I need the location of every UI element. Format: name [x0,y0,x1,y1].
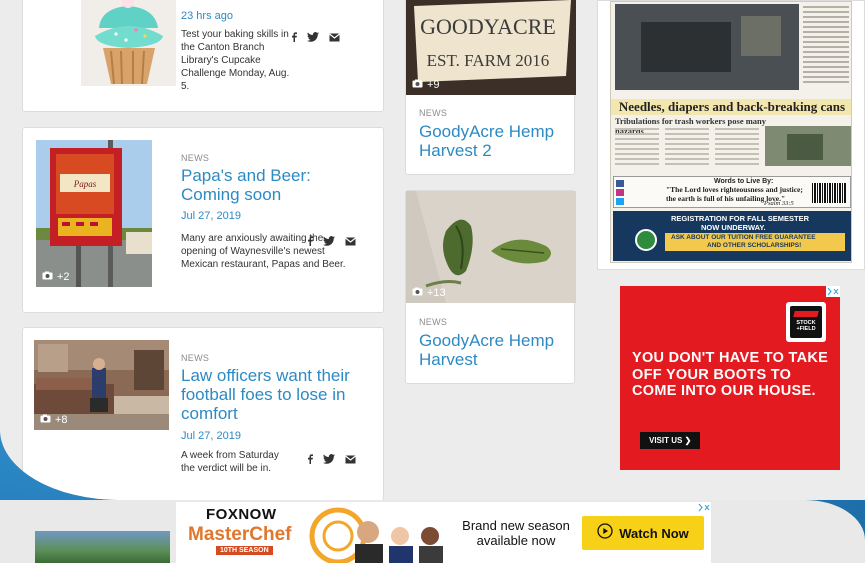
email-icon[interactable] [345,237,356,246]
stock-field-logo: STOCK +FIELD [786,302,826,342]
facebook-icon[interactable] [291,32,297,42]
social-icons-strip [616,180,660,206]
article-category: NEWS [181,153,210,163]
camera-icon [412,287,423,299]
share-buttons [291,32,340,42]
article-date: Jul 27, 2019 [181,210,241,222]
article-time: 23 hrs ago [181,10,233,22]
share-buttons [307,236,356,246]
photo-count-badge: +13 [412,287,446,299]
share-buttons [307,454,356,464]
chef-photos [298,502,448,563]
article-description: A week from Saturday the verdict will be… [181,450,279,474]
watch-now-button[interactable]: Watch Now [582,516,704,550]
article-description: Test your baking skills in the Canton Br… [181,29,290,92]
sign-line2: EST. FARM 2016 [427,51,550,70]
barcode [812,183,846,203]
camera-icon [42,271,53,283]
article-category: NEWS [419,108,448,118]
twitter-icon[interactable] [323,454,335,464]
newspaper-headline: Needles, diapers and back-breaking cans [611,99,851,115]
newspaper-page-image[interactable]: Needles, diapers and back-breaking cans … [610,1,852,263]
article-date: Jul 27, 2019 [181,430,241,442]
stock-field-ad[interactable]: STOCK +FIELD YOU DON'T HAVE TO TAKE OFF … [620,286,840,470]
words-to-live-by-box: Words to Live By: "The Lord loves righte… [613,176,851,208]
camera-icon [412,79,423,91]
article-card-papas: Papas +2 NEWS Papa's and Beer: Coming so… [22,127,384,313]
content-area: 23 hrs ago Test your baking skills in th… [0,0,865,500]
law-officers-photo[interactable]: +8 [34,340,169,430]
twitter-icon[interactable] [323,236,335,246]
e-edition-card: Needles, diapers and back-breaking cans … [597,0,865,270]
sign-line1: GOODYACRE [420,14,556,39]
quote-reference: Psalm 33:5 [764,200,794,207]
photo-count-badge: +2 [42,271,70,283]
twitter-icon[interactable] [307,32,319,42]
photo-count-badge: +8 [40,414,68,426]
cupcake-photo[interactable] [81,0,176,86]
article-title[interactable]: Law officers want their football foes to… [181,366,366,423]
article-card-cupcake: 23 hrs ago Test your baking skills in th… [22,0,384,112]
season-badge: 10TH SEASON [216,546,273,555]
ad-choices-icon[interactable] [826,286,840,297]
article-card-law-officers: +8 NEWS Law officers want their football… [22,327,384,500]
tuition-banner: ASK ABOUT OUR TUITION FREE GUARANTEE AND… [665,233,845,251]
facebook-icon[interactable] [307,454,313,464]
article-title[interactable]: GoodyAcre Hemp Harvest 2 [419,122,569,160]
papas-photo[interactable]: Papas +2 [36,140,152,287]
article-title[interactable]: Papa's and Beer: Coming soon [181,166,341,204]
article-card-hemp-harvest: +13 NEWS GoodyAcre Hemp Harvest [405,190,576,384]
email-icon[interactable] [345,455,356,464]
foxnow-logo: FOXNOW [206,506,277,523]
hemp-sign-photo[interactable]: GOODYACRE EST. FARM 2016 +9 [406,0,576,95]
words-title: Words to Live By: [714,178,774,185]
partial-photo [35,531,170,563]
foxnow-ad-banner[interactable]: FOXNOW MasterChef 10TH SEASON Brand new … [176,502,711,563]
ad-choices-icon[interactable] [697,502,711,513]
visit-us-button[interactable]: VISIT US ❯ [640,432,701,449]
email-icon[interactable] [329,33,340,42]
svg-text:Papas: Papas [73,179,97,189]
hemp-plant-photo[interactable]: +13 [406,191,576,303]
article-card-hemp-harvest-2: GOODYACRE EST. FARM 2016 +9 NEWS GoodyAc… [405,0,576,175]
college-ad: REGISTRATION FOR FALL SEMESTER NOW UNDER… [613,211,851,261]
photo-count-badge: +9 [412,79,440,91]
ad-tagline: Brand new season available now [462,518,570,548]
ad-headline: YOU DON'T HAVE TO TAKE OFF YOUR BOOTS TO… [632,350,829,399]
article-title[interactable]: GoodyAcre Hemp Harvest [419,331,569,369]
play-icon [597,522,613,544]
masterchef-logo: MasterChef [188,524,292,545]
article-category: NEWS [419,317,448,327]
article-category: NEWS [181,353,210,363]
facebook-icon[interactable] [307,236,313,246]
registration-line1: REGISTRATION FOR FALL SEMESTER [671,214,810,223]
free-badge-icon [635,229,657,251]
registration-line2: NOW UNDERWAY. [701,223,766,232]
camera-icon [40,414,51,426]
